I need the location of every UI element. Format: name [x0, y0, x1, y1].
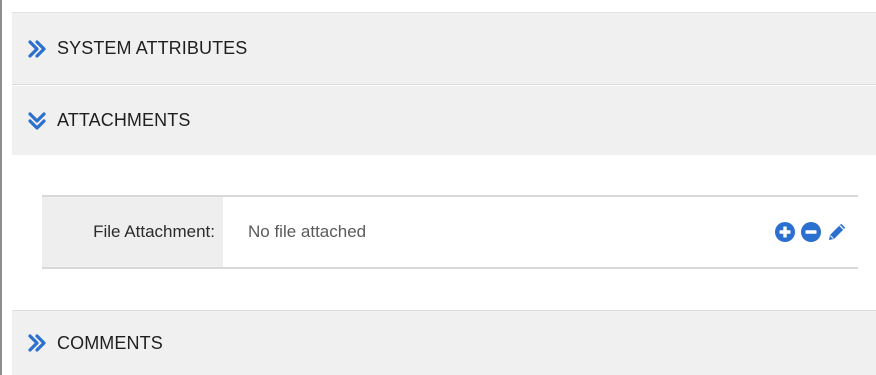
add-icon[interactable] [774, 221, 796, 243]
section-title-system-attributes: SYSTEM ATTRIBUTES [57, 38, 248, 58]
edit-icon[interactable] [826, 221, 848, 243]
chevron-double-down-icon [28, 111, 46, 130]
remove-icon[interactable] [800, 221, 822, 243]
chevron-double-right-icon [28, 334, 46, 352]
field-label-cell: File Attachment: [42, 197, 223, 267]
section-header-system-attributes[interactable]: SYSTEM ATTRIBUTES [12, 12, 876, 85]
file-attachment-row: File Attachment: No file attached [42, 195, 858, 269]
section-title-comments: COMMENTS [57, 332, 163, 353]
panel-frame: SYSTEM ATTRIBUTES ATTACHMENTS File Attac… [0, 0, 876, 375]
attachment-actions [774, 197, 848, 267]
section-header-attachments[interactable]: ATTACHMENTS [12, 86, 876, 155]
chevron-double-right-icon [28, 39, 46, 58]
file-attachment-label: File Attachment: [93, 222, 215, 241]
file-attachment-value: No file attached [248, 222, 367, 241]
section-title-attachments: ATTACHMENTS [57, 110, 191, 130]
section-header-comments[interactable]: COMMENTS [12, 310, 876, 375]
